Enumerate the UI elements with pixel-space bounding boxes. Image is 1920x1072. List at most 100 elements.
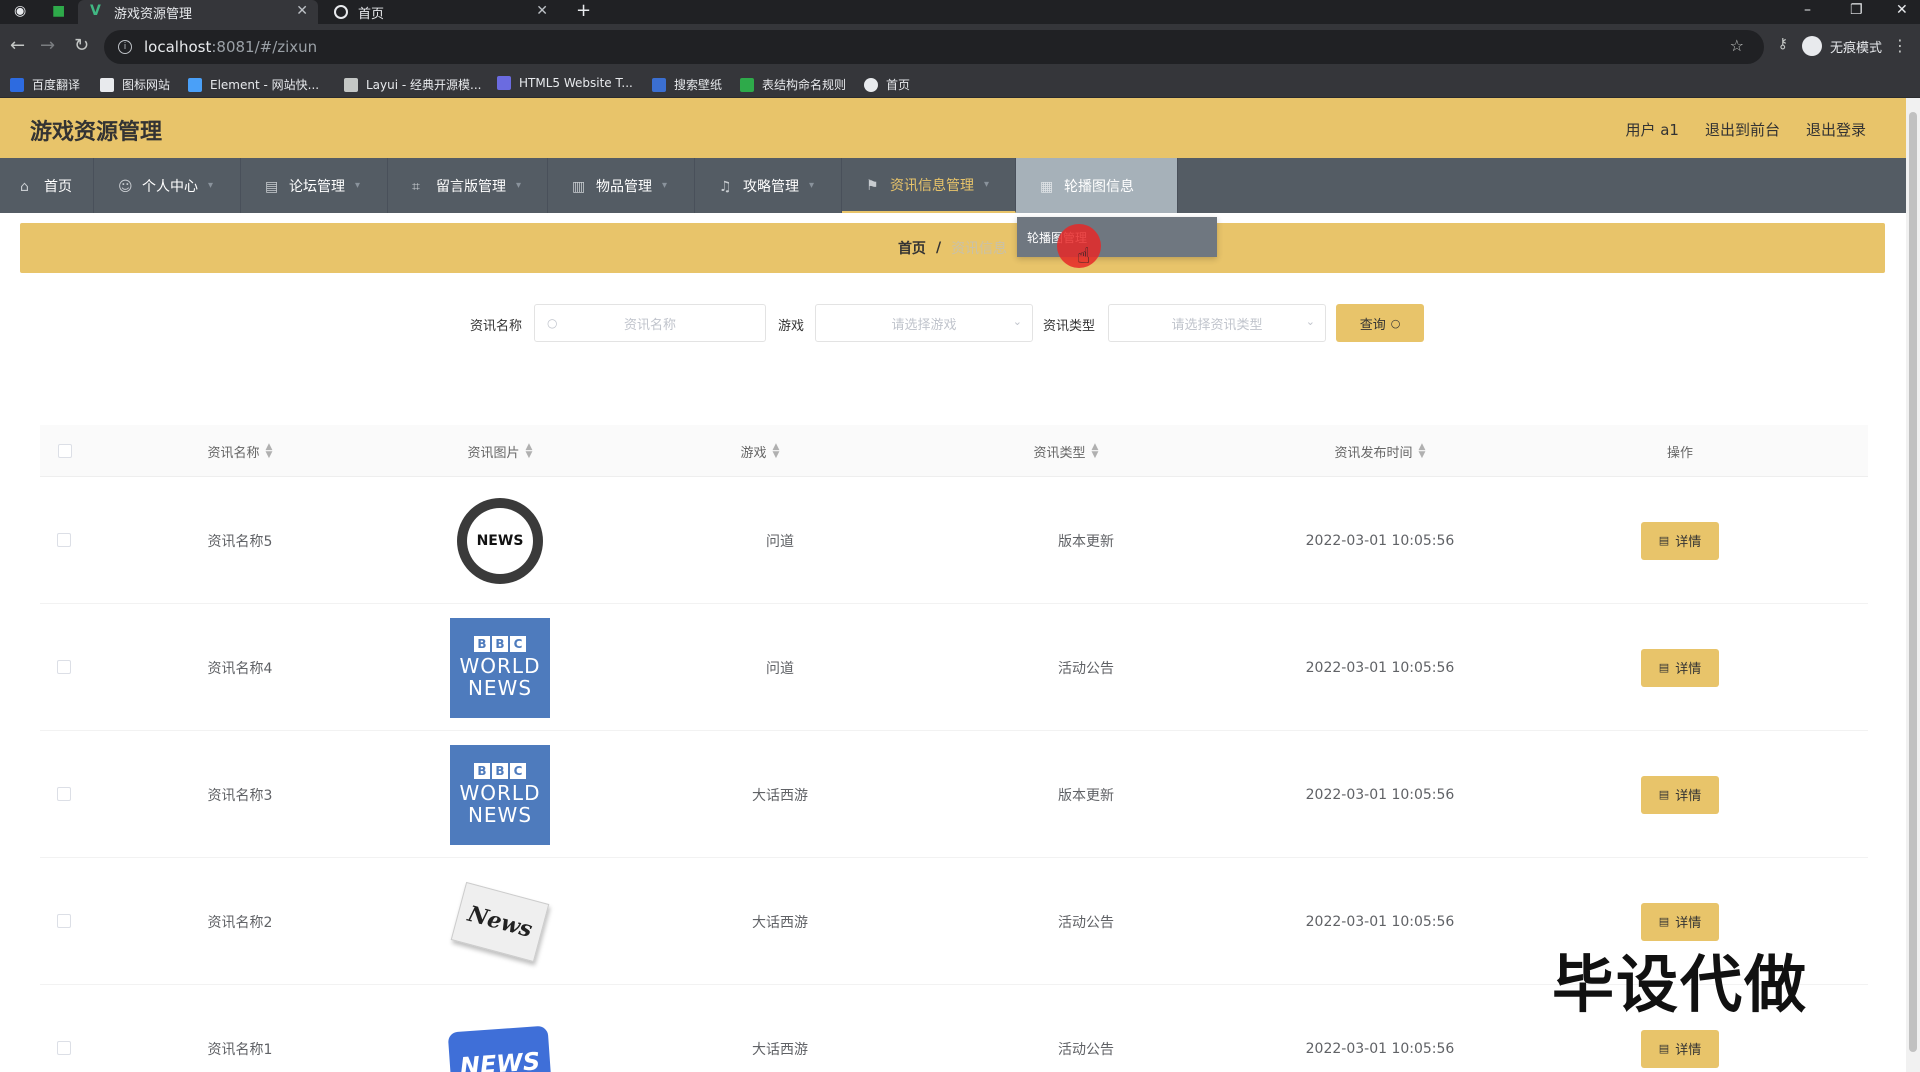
layui-icon	[344, 77, 358, 92]
detail-button[interactable]: ▤ 详情	[1641, 775, 1719, 814]
table-row: 资讯名称4 BBC WORLD NEWS 问道 活动公告 2022-03-01 …	[40, 604, 1868, 731]
nav-item-guides[interactable]: ♫ 攻略管理 ▾	[695, 158, 842, 213]
bar-chart-icon: ▥	[572, 178, 586, 195]
cell-time: 2022-03-01 10:05:56	[1305, 659, 1455, 676]
document-icon: ▤	[1658, 788, 1670, 801]
document-icon: ▤	[1658, 1042, 1670, 1055]
detail-button[interactable]: ▤ 详情	[1641, 1029, 1719, 1068]
password-key-icon[interactable]: ⚷	[1778, 36, 1788, 52]
app-header: 游戏资源管理 用户 a1 退出到前台 退出登录	[0, 98, 1906, 158]
incognito-indicator[interactable]: 无痕模式	[1801, 32, 1882, 60]
type-label: 资讯类型	[1043, 319, 1096, 334]
incognito-label: 无痕模式	[1829, 40, 1882, 56]
reload-icon[interactable]: ↻	[74, 36, 89, 56]
column-header[interactable]: 资讯发布时间 ▲ ▼	[1250, 425, 1510, 477]
image-icon: ▦	[1040, 178, 1054, 195]
restore-icon[interactable]: ❐	[1850, 2, 1863, 18]
chevron-down-icon: ▾	[355, 180, 361, 191]
new-tab-button[interactable]: +	[576, 0, 591, 21]
cell-image: News	[390, 858, 610, 985]
tab-home[interactable]: 首页 ✕	[322, 0, 558, 24]
game-select[interactable]: 请选择游戏 ⌄	[815, 304, 1033, 342]
more-menu-icon[interactable]: ⋮	[1892, 36, 1908, 55]
row-checkbox[interactable]	[57, 914, 71, 928]
select-all-checkbox[interactable]	[58, 444, 72, 458]
column-header[interactable]: 资讯图片 ▲ ▼	[390, 425, 610, 477]
column-header[interactable]: 资讯名称 ▲ ▼	[130, 425, 350, 477]
flag-icon: ⚑	[866, 177, 879, 194]
row-checkbox[interactable]	[57, 1041, 71, 1055]
cell-name: 资讯名称5	[207, 533, 273, 550]
site-info-icon[interactable]: i	[118, 40, 132, 54]
logout-link[interactable]: 退出登录	[1806, 119, 1866, 140]
sort-icon: ▲ ▼	[1418, 442, 1426, 460]
forward-icon[interactable]: →	[40, 36, 55, 56]
column-header[interactable]: 游戏 ▲ ▼	[650, 425, 870, 477]
crop-icon: ⌗	[412, 178, 420, 195]
scrollbar-thumb[interactable]	[1909, 112, 1917, 1052]
nav-item-forum[interactable]: ▤ 论坛管理 ▾	[241, 158, 388, 213]
chevron-down-icon: ⌄	[1012, 315, 1022, 328]
sort-icon: ▲ ▼	[265, 442, 273, 460]
bookmark-item[interactable]: 首页	[864, 76, 910, 93]
detail-button[interactable]: ▤ 详情	[1641, 648, 1719, 687]
back-icon[interactable]: ←	[10, 36, 25, 56]
table-icon	[740, 77, 754, 92]
close-tab-icon[interactable]: ✕	[536, 3, 548, 19]
cell-game: 大话西游	[752, 1041, 808, 1058]
bookmark-item[interactable]: HTML5 Website T...	[497, 76, 633, 90]
html5-icon	[497, 76, 511, 90]
nav-item-news[interactable]: ⚑ 资讯信息管理 ▾	[842, 158, 1016, 213]
url-text: localhost:8081/#/zixun	[144, 38, 318, 56]
back-to-front-link[interactable]: 退出到前台	[1705, 119, 1780, 140]
bookmark-item[interactable]: Element - 网站快...	[188, 76, 319, 93]
bookmark-item[interactable]: Layui - 经典开源模...	[344, 76, 481, 93]
cell-time: 2022-03-01 10:05:56	[1305, 532, 1455, 549]
bookmark-item[interactable]: 百度翻译	[10, 76, 80, 93]
nav-item-home[interactable]: ⌂ 首页	[0, 158, 94, 213]
page-scrollbar[interactable]	[1906, 98, 1920, 1072]
detail-button[interactable]: ▤ 详情	[1641, 521, 1719, 560]
bookmark-item[interactable]: 表结构命名规则	[740, 76, 846, 93]
table-row: 资讯名称3 BBC WORLD NEWS 大话西游 版本更新 2022-03-0…	[40, 731, 1868, 858]
name-search-input[interactable]: ○ 资讯名称	[534, 304, 766, 342]
bookmark-star-icon[interactable]: ☆	[1730, 36, 1744, 55]
chevron-down-icon: ▾	[516, 180, 522, 191]
cell-game: 问道	[766, 533, 794, 550]
column-header[interactable]: 资讯类型 ▲ ▼	[946, 425, 1186, 477]
main-nav: ⌂ 首页 ☺ 个人中心 ▾ ▤ 论坛管理 ▾ ⌗ 留言版管理 ▾ ▥ 物品管理 ▾ ♫ 攻略管理 ▾ …	[0, 158, 1906, 213]
browser-menu-icon[interactable]: ◉	[14, 3, 26, 19]
sort-icon: ▲ ▼	[525, 442, 533, 460]
row-checkbox[interactable]	[57, 787, 71, 801]
address-bar[interactable]: i localhost:8081/#/zixun	[104, 30, 1764, 64]
bookmark-item[interactable]: 搜索壁纸	[652, 76, 722, 93]
query-button[interactable]: 查询 ○	[1336, 304, 1424, 342]
bookmark-item[interactable]: 图标网站	[100, 76, 170, 93]
game-label: 游戏	[778, 319, 805, 334]
watermark-text: 毕设代做	[1552, 948, 1809, 1021]
minimize-icon[interactable]: –	[1804, 2, 1811, 18]
news-sign-image: NEWS	[447, 1025, 553, 1072]
breadcrumb-home[interactable]: 首页	[898, 238, 926, 258]
pinned-tab-icon[interactable]: ■	[52, 3, 65, 19]
nav-item-personal[interactable]: ☺ 个人中心 ▾	[94, 158, 241, 213]
cell-type: 活动公告	[1058, 914, 1114, 931]
user-icon: ☺	[118, 178, 133, 195]
newspaper-image: News	[450, 881, 550, 962]
nav-item-message-board[interactable]: ⌗ 留言版管理 ▾	[388, 158, 548, 213]
row-checkbox[interactable]	[57, 533, 71, 547]
close-tab-icon[interactable]: ✕	[296, 3, 308, 19]
close-window-icon[interactable]: ✕	[1896, 2, 1908, 18]
table-row: 资讯名称5 NEWS 问道 版本更新 2022-03-01 10:05:56 ▤…	[40, 477, 1868, 604]
chevron-down-icon: ▾	[208, 180, 214, 191]
row-checkbox[interactable]	[57, 660, 71, 674]
nav-item-items[interactable]: ▥ 物品管理 ▾	[548, 158, 695, 213]
cell-time: 2022-03-01 10:05:56	[1305, 786, 1455, 803]
cell-name: 资讯名称3	[207, 787, 273, 804]
cell-image: NEWS	[390, 985, 610, 1072]
nav-item-carousel[interactable]: ▦ 轮播图信息	[1016, 158, 1178, 213]
sort-icon: ▲ ▼	[1091, 442, 1099, 460]
cell-name: 资讯名称2	[207, 914, 273, 931]
tab-game-resource[interactable]: V 游戏资源管理 ✕	[78, 0, 318, 24]
type-select[interactable]: 请选择资讯类型 ⌄	[1108, 304, 1326, 342]
